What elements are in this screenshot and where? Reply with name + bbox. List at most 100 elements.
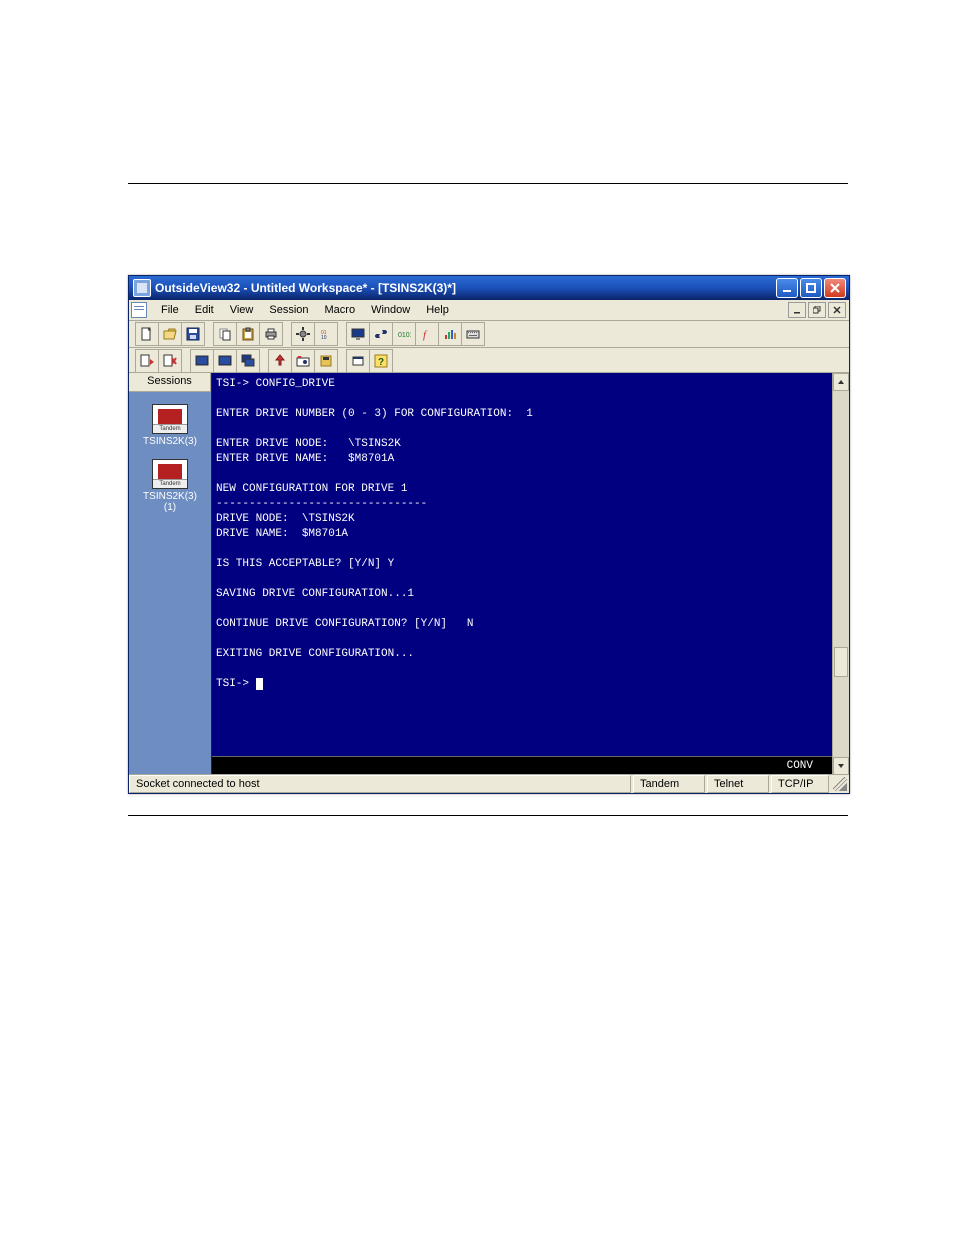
capture-button[interactable] xyxy=(292,349,315,373)
svg-text:10: 10 xyxy=(321,335,327,341)
transfer-button[interactable]: 0110 xyxy=(315,322,338,346)
link-icon xyxy=(374,327,388,341)
save-icon xyxy=(186,327,200,341)
menu-view[interactable]: View xyxy=(222,302,262,318)
menu-edit[interactable]: Edit xyxy=(187,302,222,318)
upload-button[interactable] xyxy=(268,349,292,373)
terminal-icon xyxy=(195,354,209,368)
disk-button[interactable] xyxy=(315,349,338,373)
binary-button[interactable]: 0101 xyxy=(393,322,416,346)
vertical-scrollbar[interactable] xyxy=(832,373,849,775)
title-bar[interactable]: OutsideView32 - Untitled Workspace* - [T… xyxy=(129,276,849,300)
print-button[interactable] xyxy=(260,322,283,346)
transfer-icon: 0110 xyxy=(319,327,333,341)
divider-top xyxy=(128,183,848,184)
keyboard-icon xyxy=(466,327,480,341)
session1-button[interactable] xyxy=(190,349,214,373)
save-button[interactable] xyxy=(182,322,205,346)
screen-button[interactable] xyxy=(346,322,370,346)
session-label: TSINS2K(3) xyxy=(143,436,197,447)
status-message: Socket connected to host xyxy=(129,775,631,793)
menu-session[interactable]: Session xyxy=(261,302,316,318)
close-icon xyxy=(833,306,841,314)
chart-button[interactable] xyxy=(439,322,462,346)
app-icon xyxy=(133,279,151,297)
paste-button[interactable] xyxy=(237,322,260,346)
mdi-minimize-button[interactable] xyxy=(788,302,806,318)
maximize-icon xyxy=(806,283,816,293)
stop-script-icon xyxy=(163,354,177,368)
mdi-restore-button[interactable] xyxy=(808,302,826,318)
minimize-icon xyxy=(782,283,792,293)
window-title: OutsideView32 - Untitled Workspace* - [T… xyxy=(155,281,456,295)
status-transport: TCP/IP xyxy=(771,775,829,793)
disk-icon xyxy=(319,354,333,368)
session-item-2[interactable]: TSINS2K(3) (1) xyxy=(129,459,211,513)
play-script-icon xyxy=(140,354,154,368)
menu-help[interactable]: Help xyxy=(418,302,457,318)
divider-bottom xyxy=(128,815,848,816)
copy-button[interactable] xyxy=(213,322,237,346)
tandem-session-icon xyxy=(152,459,188,489)
open-button[interactable] xyxy=(159,322,182,346)
minimize-button[interactable] xyxy=(776,278,798,298)
monitor-icon xyxy=(351,327,365,341)
close-button[interactable] xyxy=(824,278,846,298)
client-area: Sessions TSINS2K(3) TSINS2K(3) (1) TSI->… xyxy=(129,372,849,775)
app-window: OutsideView32 - Untitled Workspace* - [T… xyxy=(128,275,850,794)
menu-bar: File Edit View Session Macro Window Help xyxy=(129,300,849,321)
terminal-output[interactable]: TSI-> CONFIG_DRIVE ENTER DRIVE NUMBER (0… xyxy=(212,373,833,755)
menu-window[interactable]: Window xyxy=(363,302,418,318)
menu-macro[interactable]: Macro xyxy=(317,302,364,318)
svg-text:0101: 0101 xyxy=(398,332,411,339)
sessions-sidebar: Sessions TSINS2K(3) TSINS2K(3) (1) xyxy=(129,373,212,775)
session2-button[interactable] xyxy=(214,349,237,373)
new-file-icon xyxy=(140,327,154,341)
settings-button[interactable] xyxy=(291,322,315,346)
terminal-list-icon xyxy=(241,354,255,368)
scroll-up-button[interactable] xyxy=(833,373,849,391)
svg-text:f: f xyxy=(423,329,428,341)
menu-file[interactable]: File xyxy=(153,302,187,318)
stop-macro-button[interactable] xyxy=(159,349,182,373)
status-emulation: Tandem xyxy=(633,775,705,793)
connect-button[interactable] xyxy=(370,322,393,346)
tandem-session-icon xyxy=(152,404,188,434)
function-button[interactable]: f xyxy=(416,322,439,346)
upload-icon xyxy=(273,354,287,368)
status-bar: Socket connected to host Tandem Telnet T… xyxy=(129,774,849,793)
keyboard-button[interactable] xyxy=(462,322,485,346)
scroll-down-button[interactable] xyxy=(833,757,849,775)
terminal-mode: CONV xyxy=(787,760,813,772)
svg-text:?: ? xyxy=(378,357,384,368)
session-list-button[interactable] xyxy=(237,349,260,373)
sessions-header: Sessions xyxy=(129,373,211,392)
copy-icon xyxy=(218,327,232,341)
camera-icon xyxy=(296,354,310,368)
chevron-up-icon xyxy=(837,378,845,386)
window-button[interactable] xyxy=(346,349,370,373)
binary-icon: 0101 xyxy=(397,327,411,341)
help-button[interactable]: ? xyxy=(370,349,393,373)
toolbar-2: ? xyxy=(129,348,849,375)
scroll-track[interactable] xyxy=(833,391,849,757)
chevron-down-icon xyxy=(837,762,845,770)
status-protocol: Telnet xyxy=(707,775,769,793)
terminal-icon xyxy=(218,354,232,368)
function-icon: f xyxy=(420,327,434,341)
scroll-thumb[interactable] xyxy=(834,647,848,677)
toolbar-1: 0110 0101 f xyxy=(129,321,849,348)
mdi-close-button[interactable] xyxy=(828,302,846,318)
help-icon: ? xyxy=(374,354,388,368)
resize-grip[interactable] xyxy=(833,777,847,791)
run-macro-button[interactable] xyxy=(135,349,159,373)
close-icon xyxy=(830,283,840,293)
paste-icon xyxy=(241,327,255,341)
new-button[interactable] xyxy=(135,322,159,346)
print-icon xyxy=(264,327,278,341)
session-item-1[interactable]: TSINS2K(3) xyxy=(129,404,211,447)
maximize-button[interactable] xyxy=(800,278,822,298)
mdi-doc-icon[interactable] xyxy=(131,302,147,318)
gear-icon xyxy=(296,327,310,341)
open-folder-icon xyxy=(163,327,177,341)
